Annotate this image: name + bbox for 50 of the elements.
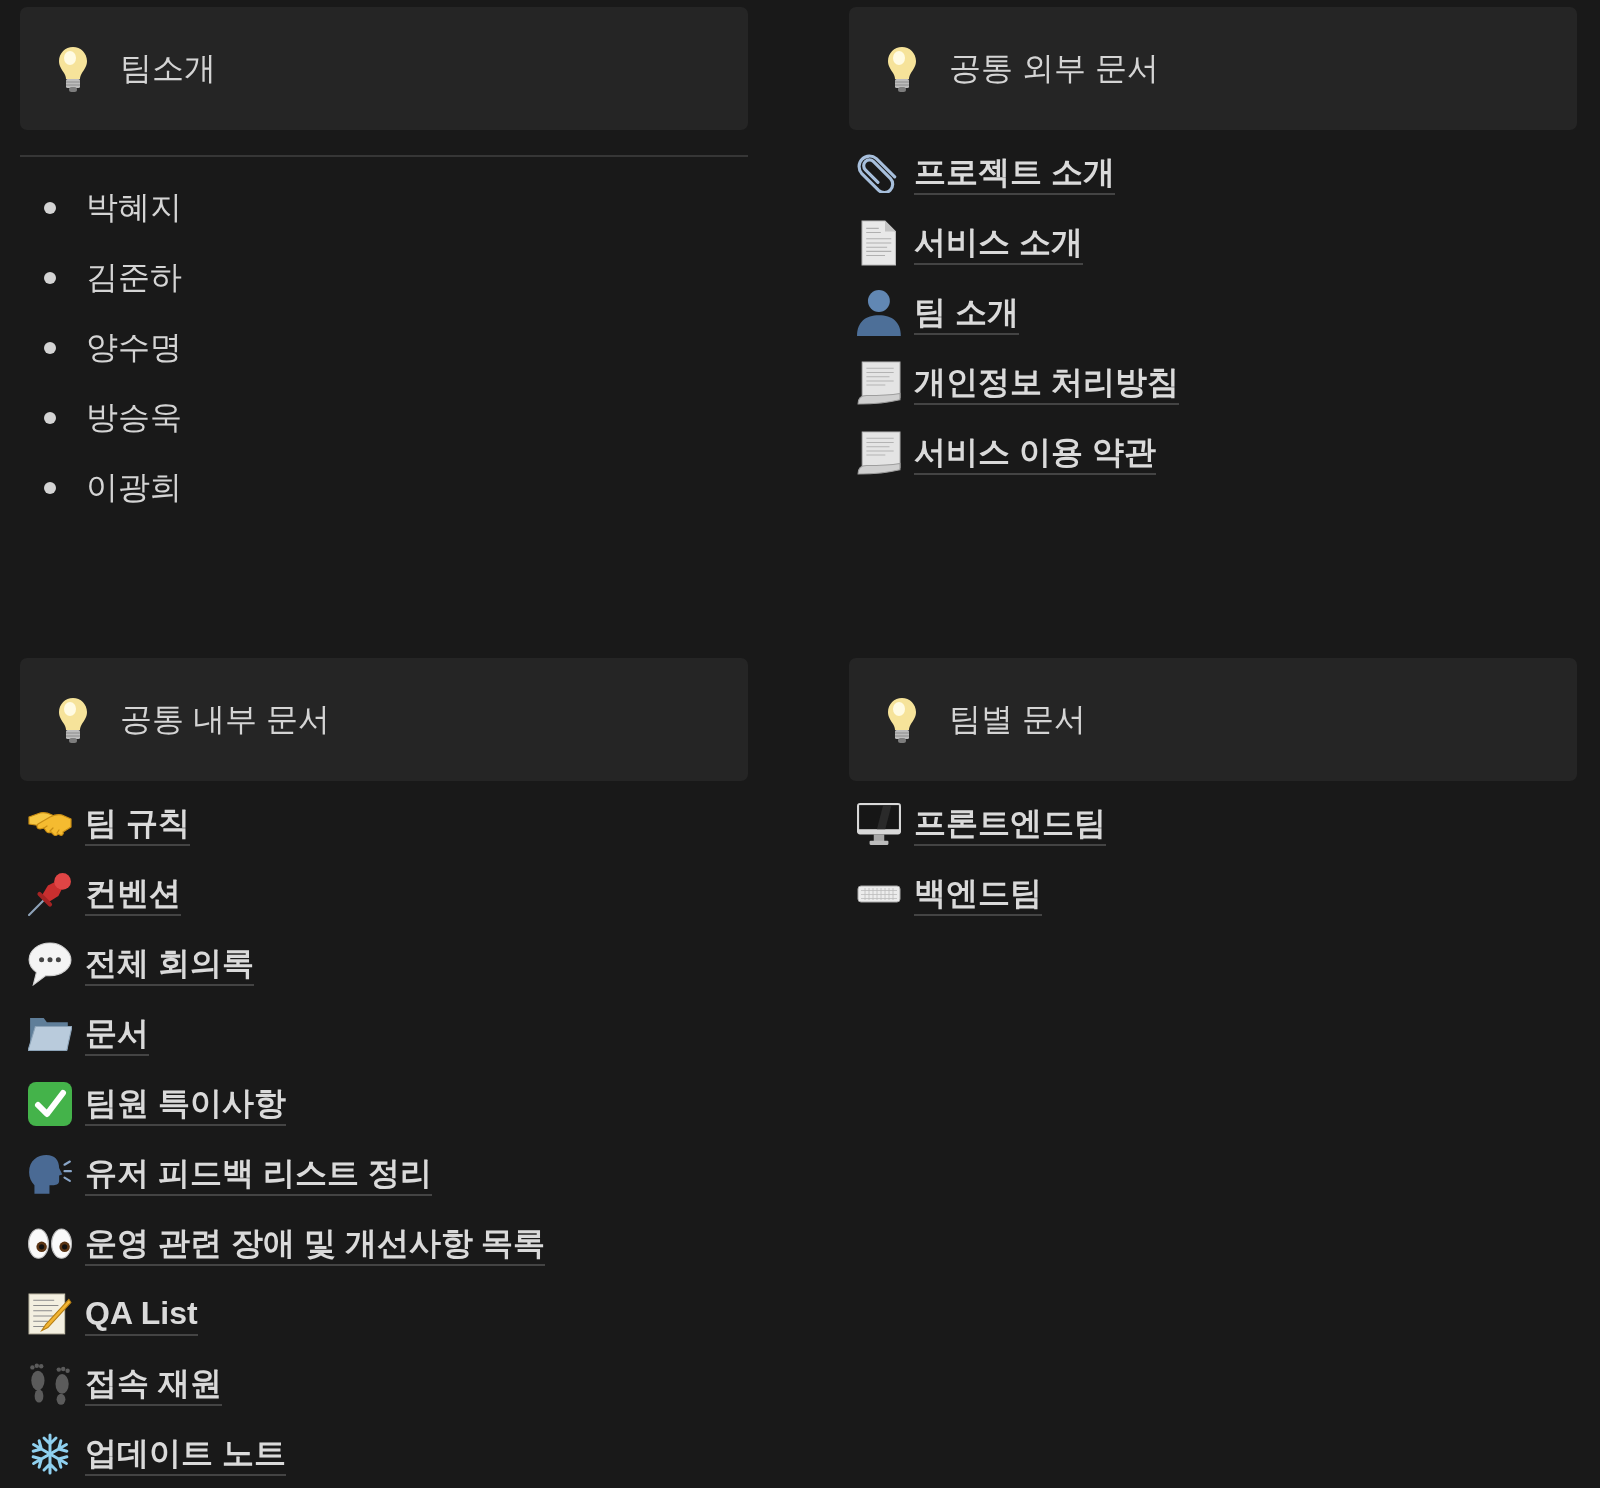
bullet-icon xyxy=(44,482,56,494)
page-link[interactable]: 팀 규칙 xyxy=(85,802,190,846)
page-link[interactable]: 전체 회의록 xyxy=(85,942,254,986)
footprints-icon xyxy=(28,1363,72,1405)
lightbulb-icon xyxy=(887,45,917,92)
checkmark-icon xyxy=(28,1082,72,1126)
page-link[interactable]: 유저 피드백 리스트 정리 xyxy=(85,1152,432,1196)
page-link[interactable]: 백엔드팀 xyxy=(914,872,1042,916)
member-name: 이광희 xyxy=(86,468,182,507)
page-link[interactable]: 프론트엔드팀 xyxy=(914,802,1106,846)
page-link[interactable]: 팀 소개 xyxy=(914,291,1019,335)
scroll-page-icon xyxy=(857,361,901,405)
speaking-head-icon xyxy=(28,1153,72,1195)
page-link[interactable]: 팀원 특이사항 xyxy=(85,1082,286,1126)
speech-bubble-icon xyxy=(28,942,72,986)
page-link[interactable]: QA List xyxy=(85,1292,198,1336)
page-link[interactable]: 서비스 이용 약관 xyxy=(914,431,1156,475)
page-link[interactable]: 컨벤션 xyxy=(85,872,181,916)
page-link[interactable]: 업데이트 노트 xyxy=(85,1432,286,1476)
handshake-icon xyxy=(28,810,72,838)
page-link[interactable]: 프로젝트 소개 xyxy=(914,151,1115,195)
person-icon xyxy=(857,290,901,336)
member-name: 박혜지 xyxy=(86,188,182,227)
eyes-icon xyxy=(28,1228,72,1260)
monitor-icon xyxy=(857,803,901,845)
bullet-icon xyxy=(44,412,56,424)
lightbulb-icon xyxy=(887,696,917,743)
lightbulb-icon xyxy=(58,45,88,92)
member-name: 방승욱 xyxy=(86,398,182,437)
document-icon xyxy=(861,220,897,266)
page-link[interactable]: 문서 xyxy=(85,1012,149,1056)
callout-title: 공통 외부 문서 xyxy=(949,48,1159,88)
scroll-page-icon xyxy=(857,431,901,475)
pushpin-icon xyxy=(28,872,72,916)
bullet-icon xyxy=(44,272,56,284)
callout-title: 팀별 문서 xyxy=(949,699,1086,739)
keyboard-icon xyxy=(857,885,901,903)
member-name: 김준하 xyxy=(86,258,182,297)
page-link[interactable]: 접속 재원 xyxy=(85,1362,222,1406)
lightbulb-icon xyxy=(58,696,88,743)
page-link[interactable]: 개인정보 처리방침 xyxy=(914,361,1179,405)
callout-title: 팀소개 xyxy=(120,48,216,88)
bullet-icon xyxy=(44,342,56,354)
page-link[interactable]: 운영 관련 장애 및 개선사항 목록 xyxy=(85,1222,546,1266)
page-link[interactable]: 서비스 소개 xyxy=(914,221,1083,265)
callout-title: 공통 내부 문서 xyxy=(120,699,330,739)
member-name: 양수명 xyxy=(86,328,182,367)
folder-icon xyxy=(28,1016,72,1052)
memo-pencil-icon xyxy=(28,1293,72,1335)
bullet-icon xyxy=(44,202,56,214)
